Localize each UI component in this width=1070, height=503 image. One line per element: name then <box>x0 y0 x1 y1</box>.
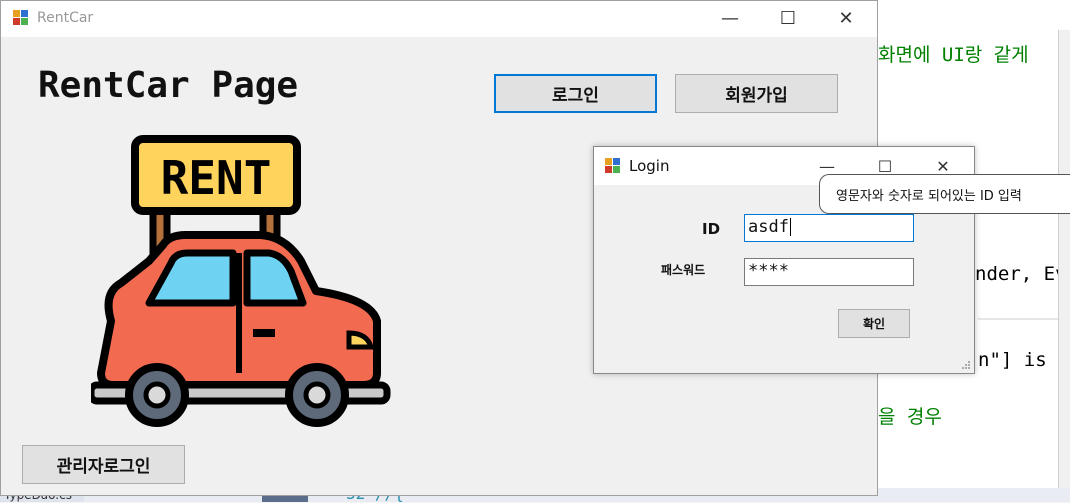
password-label: 패스워드 <box>661 263 706 277</box>
login-dialog-title: Login <box>629 157 670 175</box>
login-button[interactable]: 로그인 <box>494 74 657 113</box>
code-line-comment-2: 을 경우 <box>878 406 942 428</box>
tooltip-text: 영문자와 숫자로 되어있는 ID 입력 <box>836 189 1022 204</box>
id-label: ID <box>702 220 721 238</box>
signup-button[interactable]: 회원가입 <box>675 74 838 113</box>
admin-login-button[interactable]: 관리자로그인 <box>22 445 185 484</box>
code-line-comment-1: 화면에 UI랑 같게 <box>878 44 1029 66</box>
code-line-signature: nder, Ev <box>975 263 1067 285</box>
maximize-icon[interactable]: ☐ <box>765 7 811 31</box>
text-caret <box>789 218 791 236</box>
login-app-icon <box>605 158 621 174</box>
rent-sign-text: RENT <box>161 151 272 205</box>
window-title: RentCar <box>37 10 94 26</box>
confirm-button[interactable]: 확인 <box>838 309 910 338</box>
rent-car-icon: RENT <box>87 135 391 427</box>
id-hint-tooltip: 영문자와 숫자로 되어있는 ID 입력 <box>819 174 1070 229</box>
minimize-icon[interactable]: — <box>707 7 753 31</box>
editor-divider <box>978 318 1058 320</box>
resize-grip-icon[interactable] <box>961 360 971 370</box>
rentcar-titlebar[interactable]: RentCar — ☐ ✕ <box>1 1 877 37</box>
page-title: RentCar Page <box>38 65 299 106</box>
password-input[interactable]: **** <box>744 258 914 286</box>
app-icon <box>13 10 29 26</box>
close-icon[interactable]: ✕ <box>823 7 869 31</box>
editor-right-panel <box>1058 30 1070 500</box>
code-line-condition: n"] is Lo <box>978 349 1070 371</box>
rent-car-image: RENT <box>87 133 391 433</box>
id-input[interactable]: asdf <box>744 214 914 242</box>
